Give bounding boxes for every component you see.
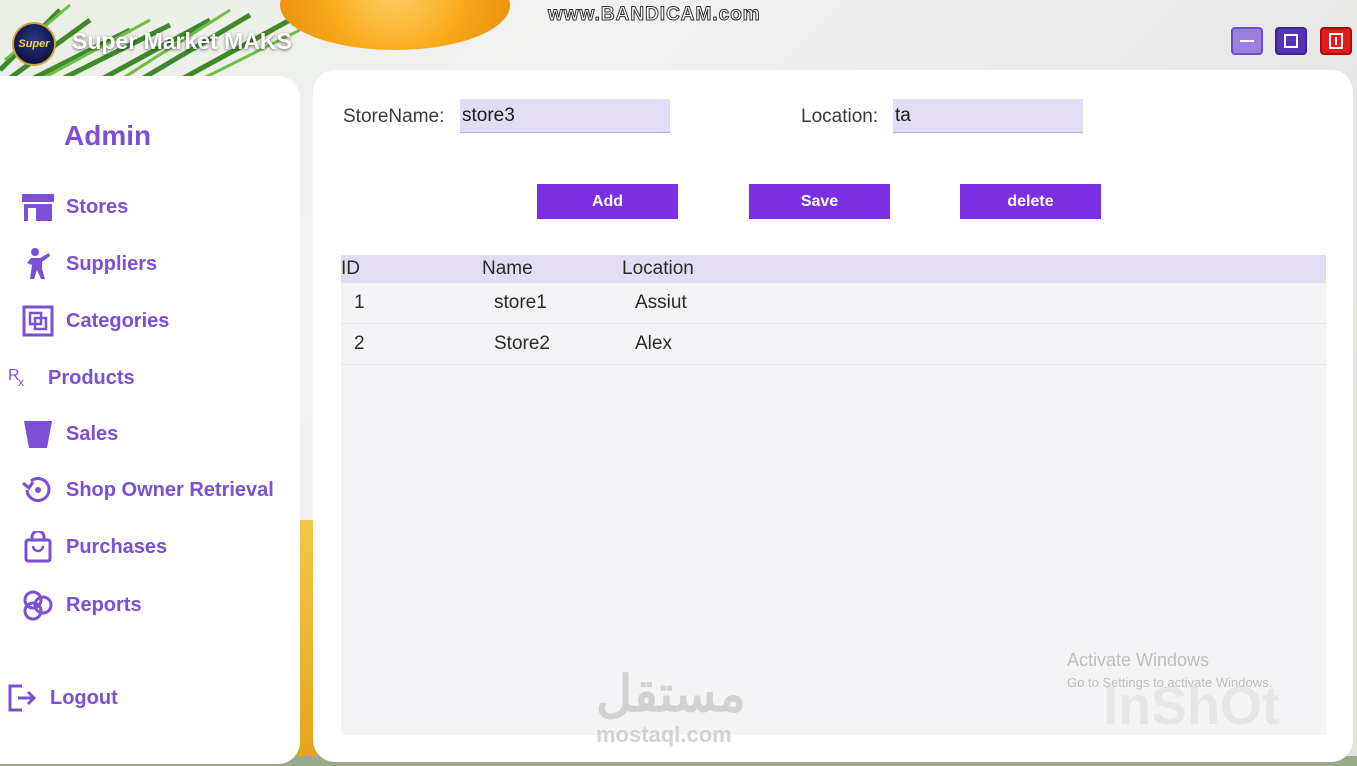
store-name-input[interactable]: [460, 99, 670, 133]
cell-id: 1: [354, 292, 365, 313]
recorder-watermark: www.BANDICAM.com: [548, 4, 761, 26]
cell-location: Alex: [635, 333, 672, 354]
minimize-button[interactable]: [1231, 27, 1263, 55]
mostaql-watermark-arabic: مستقل: [596, 666, 746, 722]
add-button[interactable]: Add: [537, 184, 678, 219]
sidebar-item-label: Suppliers: [66, 252, 158, 275]
sidebar-item-shop-owner-retrieval[interactable]: Shop Owner Retrieval: [18, 472, 274, 508]
table-row[interactable]: 2 Store2 Alex: [341, 324, 1326, 365]
maximize-button[interactable]: [1275, 27, 1307, 55]
person-icon: [18, 246, 58, 282]
orange-decoration: [280, 0, 510, 50]
location-input[interactable]: [893, 99, 1083, 133]
maximize-icon: [1284, 34, 1298, 48]
column-header-id[interactable]: ID: [341, 258, 360, 280]
sidebar-item-purchases[interactable]: Purchases: [18, 529, 167, 565]
logout-label: Logout: [50, 686, 118, 709]
svg-text:x: x: [18, 375, 24, 389]
store-icon: [18, 189, 58, 225]
logout-button[interactable]: Logout: [2, 680, 118, 716]
cell-name: store1: [494, 292, 547, 313]
table-row[interactable]: 1 store1 Assiut: [341, 283, 1326, 324]
cell-name: Store2: [494, 333, 550, 354]
sidebar-item-suppliers[interactable]: Suppliers: [18, 246, 157, 282]
location-label: Location:: [801, 106, 879, 127]
sidebar-item-label: Shop Owner Retrieval: [66, 478, 274, 501]
sidebar-item-label: Categories: [66, 309, 170, 332]
save-button[interactable]: Save: [749, 184, 890, 219]
minimize-icon: [1240, 40, 1254, 42]
delete-button[interactable]: delete: [960, 184, 1101, 219]
inshot-watermark: InShOt: [1103, 676, 1280, 736]
activate-title: Activate Windows: [1067, 650, 1210, 670]
sidebar-role-title: Admin: [64, 120, 152, 151]
sidebar-item-reports[interactable]: Reports: [18, 587, 142, 623]
retrieval-icon: [18, 472, 58, 508]
app-logo: Super: [12, 22, 56, 66]
mostaql-watermark-url: mostaql.com: [596, 722, 732, 747]
sidebar: Admin Stores Suppliers Categories R x Pr…: [0, 76, 300, 764]
sidebar-item-label: Sales: [66, 422, 119, 445]
bucket-icon: [18, 416, 58, 452]
close-button[interactable]: [1320, 27, 1352, 55]
sidebar-item-sales[interactable]: Sales: [18, 416, 118, 452]
reports-icon: [18, 587, 58, 623]
logout-icon: [2, 680, 42, 716]
cell-location: Assiut: [635, 292, 687, 313]
sidebar-item-label: Purchases: [66, 535, 168, 558]
column-header-location[interactable]: Location: [622, 258, 694, 280]
categories-icon: [18, 303, 58, 339]
rx-icon: R x: [0, 360, 40, 396]
column-header-name[interactable]: Name: [482, 258, 533, 280]
shopping-bag-icon: [18, 529, 58, 565]
table-header: ID Name Location: [341, 255, 1326, 283]
store-name-label: StoreName:: [343, 106, 445, 127]
sidebar-item-label: Products: [48, 366, 135, 389]
exit-door-icon: [1329, 33, 1343, 49]
main-panel: StoreName: Location: Add Save delete ID …: [313, 70, 1353, 762]
sidebar-item-label: Stores: [66, 195, 129, 218]
cell-id: 2: [354, 333, 365, 354]
app-title: Super Market MAKS: [72, 28, 292, 54]
sidebar-item-categories[interactable]: Categories: [18, 303, 169, 339]
sidebar-item-label: Reports: [66, 593, 142, 616]
sidebar-item-stores[interactable]: Stores: [18, 189, 128, 225]
sidebar-item-products[interactable]: R x Products: [0, 360, 135, 396]
